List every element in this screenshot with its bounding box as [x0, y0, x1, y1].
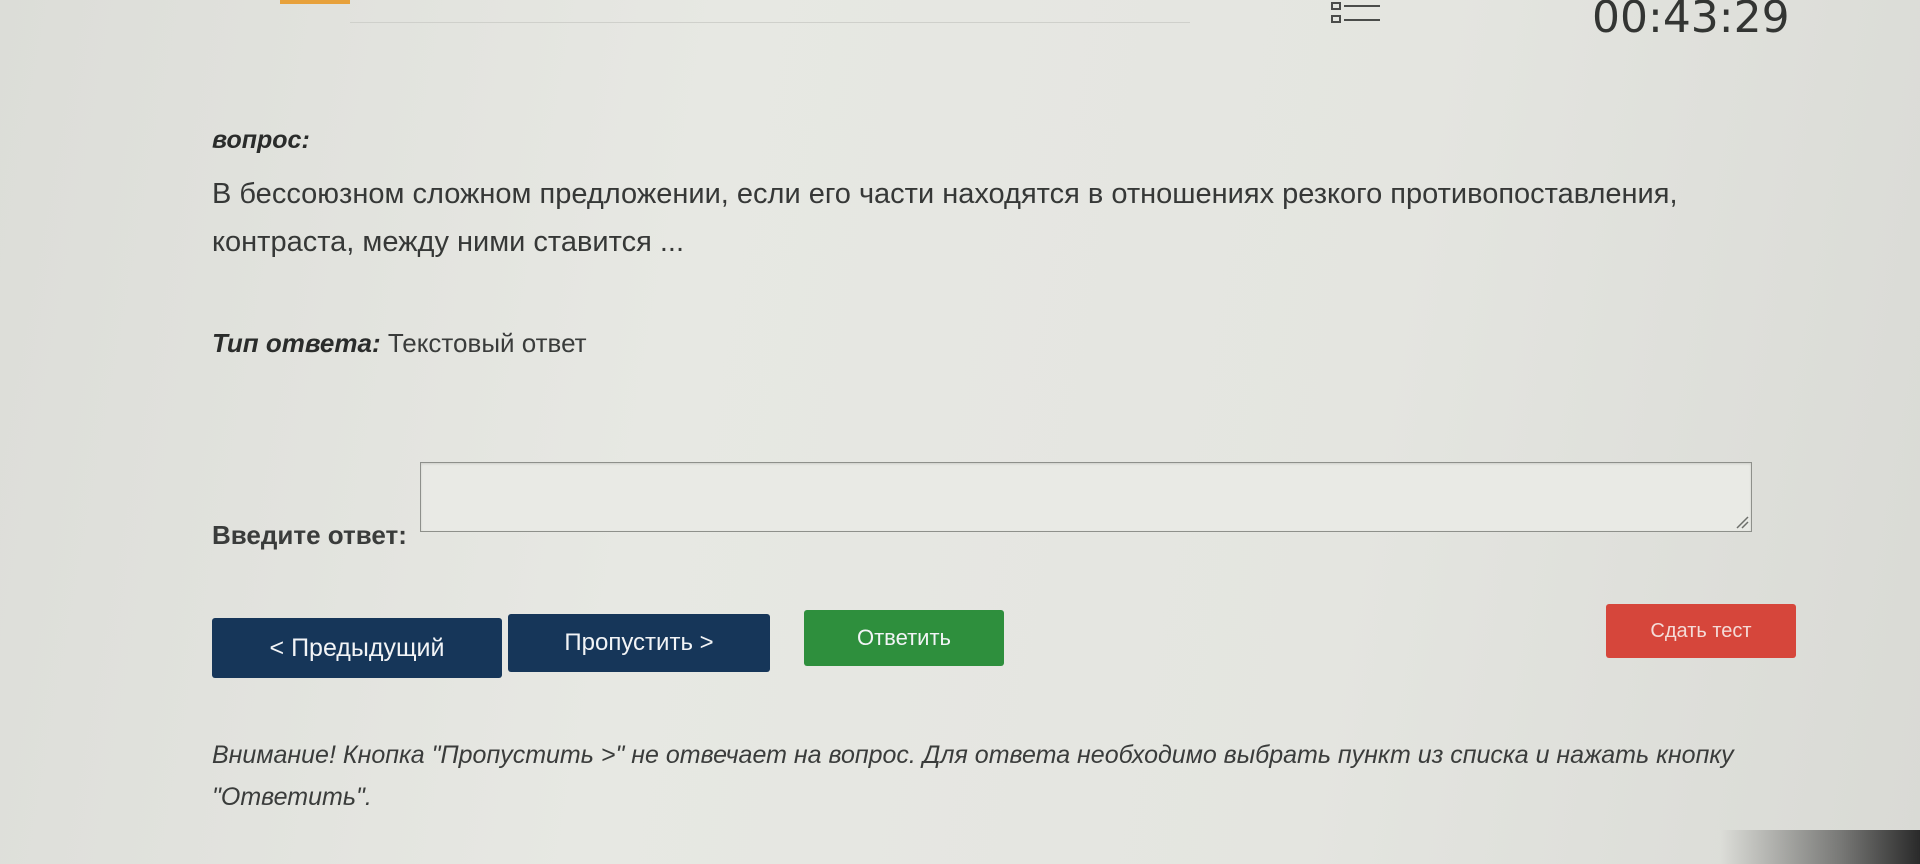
skip-button[interactable]: Пропустить > — [508, 614, 770, 672]
previous-button[interactable]: < Предыдущий — [212, 618, 502, 678]
list-icon[interactable] — [1330, 2, 1382, 28]
question-label: вопрос: — [212, 126, 310, 154]
answer-type-label: Тип ответа: — [212, 328, 381, 358]
screen-edge-shadow — [1720, 830, 1920, 864]
answer-input-label: Введите ответ: — [212, 520, 407, 550]
test-page: 00:43:29 вопрос: В бессоюзном сложном пр… — [0, 0, 1920, 864]
top-accent-bar — [280, 0, 350, 4]
answer-input[interactable] — [420, 462, 1752, 532]
answer-type-value: Текстовый ответ — [387, 328, 587, 358]
answer-type: Тип ответа: Текстовый ответ — [212, 328, 587, 359]
countdown-timer: 00:43:29 — [1592, 0, 1790, 43]
resize-grip-icon[interactable] — [1735, 515, 1749, 529]
question-text: В бессоюзном сложном предложении, если е… — [212, 178, 1678, 258]
notice-text: Внимание! Кнопка "Пропустить >" не отвеч… — [212, 741, 1734, 811]
answer-button[interactable]: Ответить — [804, 610, 1004, 666]
submit-test-button[interactable]: Сдать тест — [1606, 604, 1796, 658]
top-divider — [350, 0, 1190, 23]
